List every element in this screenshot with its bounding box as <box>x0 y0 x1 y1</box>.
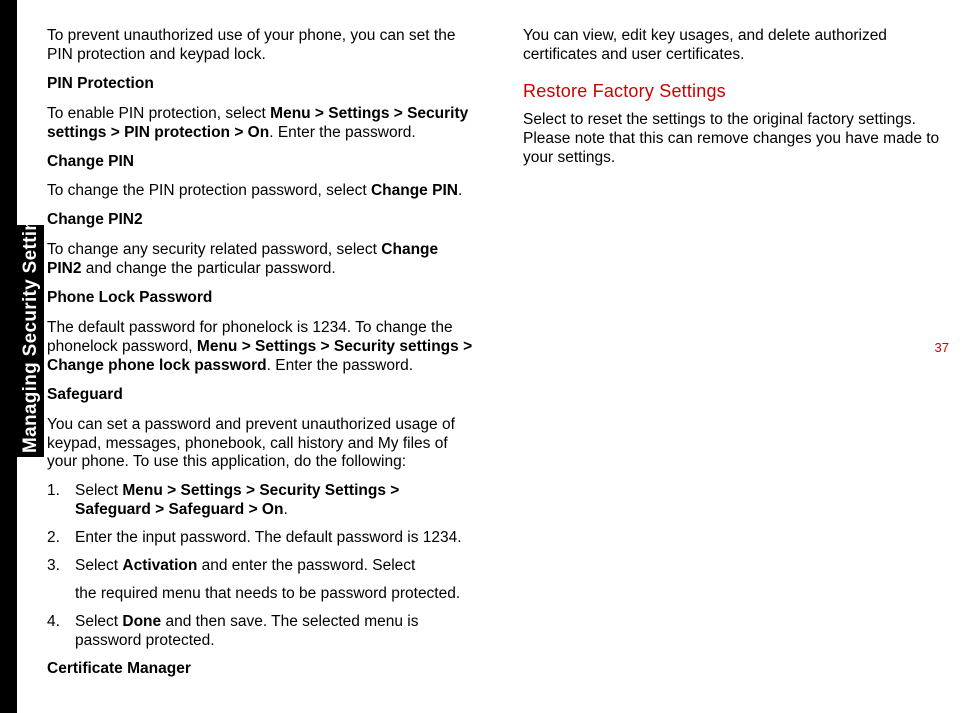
page-content: To prevent unauthorized use of your phon… <box>47 27 949 693</box>
step-text: Enter the input password. The default pa… <box>75 529 473 548</box>
certificate-manager-heading: Certificate Manager <box>47 660 473 679</box>
step-3: 3. Select Activation and enter the passw… <box>47 557 473 576</box>
phone-lock-heading: Phone Lock Password <box>47 289 473 308</box>
text-span: To change any security related password,… <box>47 241 381 258</box>
safeguard-intro: You can set a password and prevent unaut… <box>47 416 473 473</box>
step-text: the required menu that needs to be passw… <box>75 585 473 604</box>
sidebar-black-strip <box>0 0 17 713</box>
menu-path: Menu > Settings > Security Settings > Sa… <box>75 482 399 518</box>
step-text: Select Done and then save. The selected … <box>75 613 473 651</box>
step-number: 2. <box>47 529 75 548</box>
step-text: Select Activation and enter the password… <box>75 557 473 576</box>
text-span: . Enter the password. <box>267 357 413 374</box>
text-span: . <box>283 501 287 518</box>
intro-paragraph: To prevent unauthorized use of your phon… <box>47 27 473 65</box>
restore-factory-settings-body: Select to reset the settings to the orig… <box>523 111 949 168</box>
certificate-manager-body: You can view, edit key usages, and delet… <box>523 27 949 65</box>
pin-protection-heading: PIN Protection <box>47 75 473 94</box>
menu-path: Activation <box>122 557 197 574</box>
change-pin-body: To change the PIN protection password, s… <box>47 182 473 201</box>
text-span: and change the particular password. <box>81 260 335 277</box>
menu-path: Change PIN <box>371 182 458 199</box>
text-span: Select <box>75 482 122 499</box>
sidebar-tab-label: Managing Security Settings <box>17 225 44 457</box>
text-span: Select <box>75 613 122 630</box>
step-3-continuation: the required menu that needs to be passw… <box>47 585 473 604</box>
change-pin2-body: To change any security related password,… <box>47 241 473 279</box>
step-4: 4. Select Done and then save. The select… <box>47 613 473 651</box>
step-1: 1. Select Menu > Settings > Security Set… <box>47 482 473 520</box>
text-span: To change the PIN protection password, s… <box>47 182 371 199</box>
text-span: To enable PIN protection, select <box>47 105 270 122</box>
step-number: 1. <box>47 482 75 520</box>
menu-path: Done <box>122 613 161 630</box>
text-span: Select <box>75 557 122 574</box>
change-pin2-heading: Change PIN2 <box>47 211 473 230</box>
step-number: 3. <box>47 557 75 576</box>
change-pin-heading: Change PIN <box>47 153 473 172</box>
step-number-blank <box>47 585 75 604</box>
phone-lock-body: The default password for phonelock is 12… <box>47 319 473 376</box>
text-span: and enter the password. Select <box>197 557 415 574</box>
restore-factory-settings-title: Restore Factory Settings <box>523 81 949 103</box>
text-span: . <box>458 182 462 199</box>
step-text: Select Menu > Settings > Security Settin… <box>75 482 473 520</box>
step-number: 4. <box>47 613 75 651</box>
step-2: 2. Enter the input password. The default… <box>47 529 473 548</box>
pin-protection-body: To enable PIN protection, select Menu > … <box>47 105 473 143</box>
safeguard-heading: Safeguard <box>47 386 473 405</box>
text-span: . Enter the password. <box>269 124 415 141</box>
